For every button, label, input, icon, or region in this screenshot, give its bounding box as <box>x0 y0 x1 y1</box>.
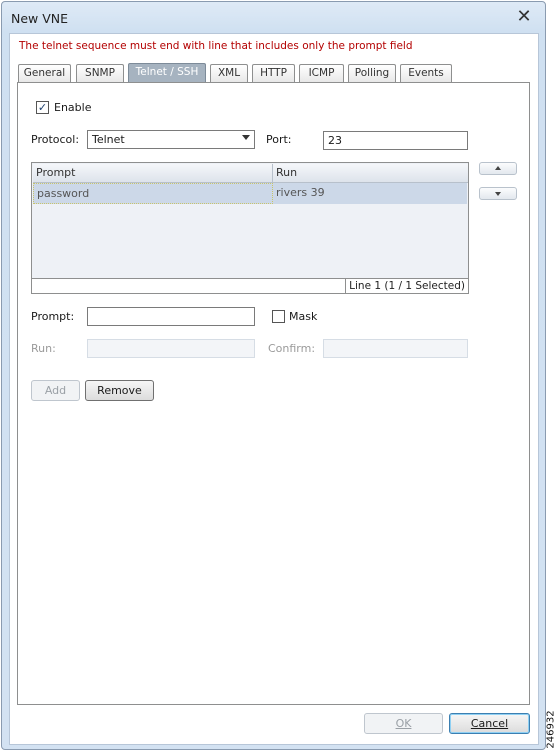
figure-id-text: 246932 <box>545 710 557 749</box>
table-cell-run: rivers 39 <box>276 186 325 199</box>
selection-status: Line 1 (1 / 1 Selected) <box>345 279 468 293</box>
table-cell-prompt: password <box>33 183 273 204</box>
chevron-down-icon <box>242 135 250 140</box>
confirm-input[interactable] <box>323 339 468 358</box>
prompt-label: Prompt: <box>31 310 75 323</box>
column-header-run[interactable]: Run <box>273 164 468 183</box>
run-label: Run: <box>31 342 56 355</box>
tab-telnet-ssh[interactable]: Telnet / SSH <box>128 63 206 83</box>
table-row[interactable]: password rivers 39 <box>33 183 467 204</box>
arrow-down-icon <box>495 192 501 196</box>
protocol-value: Telnet <box>92 133 125 146</box>
port-label: Port: <box>266 133 292 146</box>
close-icon[interactable]: ✕ <box>515 8 533 26</box>
dialog-body: The telnet sequence must end with line t… <box>9 33 539 745</box>
tab-events[interactable]: Events <box>400 64 452 82</box>
telnet-ssh-panel: ✓ Enable Protocol: Telnet Port: 23 Promp… <box>17 82 530 705</box>
checkmark-icon: ✓ <box>37 101 48 114</box>
remove-button[interactable]: Remove <box>85 380 154 401</box>
tab-polling[interactable]: Polling <box>348 64 396 82</box>
tab-snmp[interactable]: SNMP <box>76 64 124 82</box>
new-vne-dialog: New VNE ✕ The telnet sequence must end w… <box>1 1 546 750</box>
mask-label: Mask <box>289 310 318 323</box>
ok-button[interactable]: OK <box>364 713 443 734</box>
window-title: New VNE <box>11 11 69 26</box>
column-header-prompt[interactable]: Prompt <box>33 164 273 183</box>
cancel-button[interactable]: Cancel <box>449 713 530 734</box>
arrow-up-icon <box>495 166 501 170</box>
prompt-input[interactable] <box>87 307 255 326</box>
warning-message: The telnet sequence must end with line t… <box>19 40 413 52</box>
prompt-run-table: Prompt Run password rivers 39 Line 1 (1 … <box>31 162 469 294</box>
tab-xml[interactable]: XML <box>210 64 248 82</box>
protocol-label: Protocol: <box>31 133 80 146</box>
tab-general[interactable]: General <box>18 64 71 82</box>
title-bar[interactable]: New VNE ✕ <box>2 2 545 32</box>
add-button[interactable]: Add <box>31 380 80 401</box>
figure-id: 246932 <box>545 710 557 749</box>
enable-checkbox[interactable]: ✓ <box>36 101 49 114</box>
run-input[interactable] <box>87 339 255 358</box>
move-down-button[interactable] <box>479 187 517 200</box>
tab-icmp[interactable]: ICMP <box>299 64 344 82</box>
confirm-label: Confirm: <box>268 342 316 355</box>
port-input[interactable]: 23 <box>323 131 468 150</box>
mask-checkbox[interactable] <box>272 310 285 323</box>
table-status-bar: Line 1 (1 / 1 Selected) <box>32 278 468 293</box>
enable-label: Enable <box>54 101 92 114</box>
cancel-label: Cancel <box>470 717 509 730</box>
move-up-button[interactable] <box>479 162 517 175</box>
protocol-select[interactable]: Telnet <box>87 130 255 149</box>
tab-http[interactable]: HTTP <box>252 64 295 82</box>
ok-label: OK <box>395 717 412 730</box>
